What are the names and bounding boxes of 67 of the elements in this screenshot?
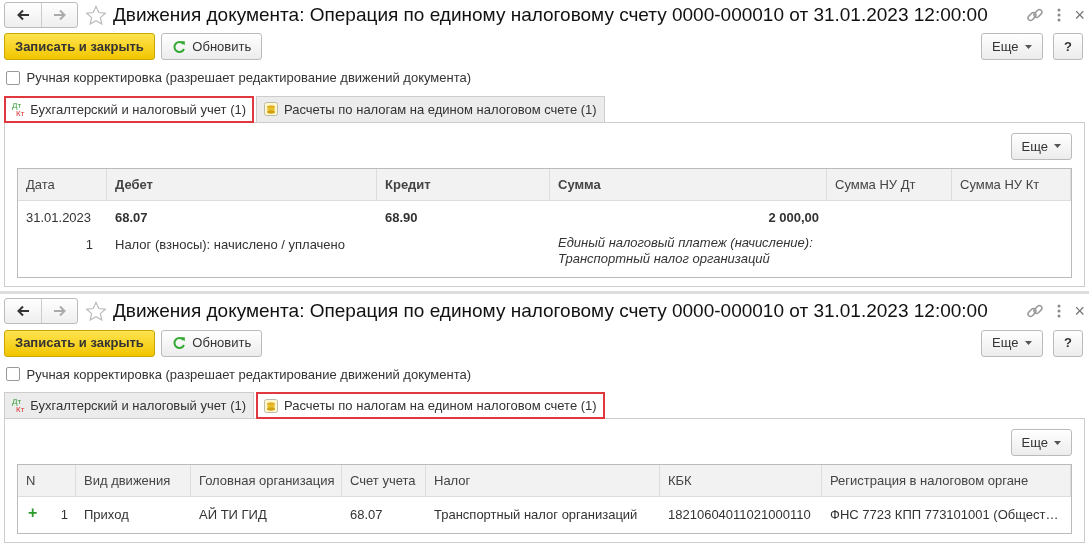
column-header[interactable]: Налог	[426, 465, 660, 497]
checkbox[interactable]	[6, 71, 20, 85]
window-title: Движения документа: Операция по единому налоговому счету 0000-000010 от 31.01.2023 12:00:00	[113, 299, 988, 323]
column-header[interactable]: Вид движения	[76, 465, 191, 497]
column-header[interactable]: КБК	[660, 465, 822, 497]
more-icon[interactable]	[1057, 8, 1062, 22]
table-cell-text: 31.01.2023	[25, 208, 93, 227]
tab[interactable]: Расчеты по налогам на едином налоговом счете (1)	[256, 392, 605, 419]
more-icon[interactable]	[1057, 304, 1062, 319]
checkbox[interactable]	[6, 367, 20, 382]
coins-icon	[264, 102, 278, 117]
help-button[interactable]: ?	[1053, 329, 1083, 357]
debit-credit-icon: Дт Кт	[12, 397, 25, 414]
back-icon	[16, 9, 30, 21]
column-header[interactable]: Сумма НУ Кт	[952, 168, 1071, 201]
column-header[interactable]: N	[18, 465, 76, 497]
close-button[interactable]: ×	[1074, 6, 1085, 24]
more-button[interactable]: Еще	[1010, 132, 1072, 160]
table-cell-text: Единый налоговый платеж (начисление): Транспортный налог организаций	[557, 234, 814, 269]
table-cell-text: 18210604011021000110	[667, 506, 812, 524]
star-icon[interactable]	[84, 4, 107, 26]
more-button[interactable]: Еще	[981, 33, 1043, 61]
table-cell-text: 1	[59, 506, 69, 524]
close-button[interactable]: ×	[1074, 302, 1085, 321]
more-button[interactable]: Еще	[1010, 429, 1072, 456]
table-cell-text: АЙ ТИ ГИД	[198, 506, 268, 524]
caret-icon	[1054, 440, 1061, 445]
refresh-icon	[172, 336, 187, 350]
column-header[interactable]: Дата	[18, 168, 107, 201]
caret-icon	[1024, 44, 1032, 49]
help-button[interactable]: ?	[1053, 33, 1083, 61]
column-header[interactable]: Счет учета	[342, 465, 426, 497]
table-cell-text: Налог (взносы): начислено / уплачено	[114, 236, 346, 255]
checkbox-label: Ручная корректировка (разрешает редактирование движений документа)	[26, 69, 472, 88]
forward-icon	[52, 9, 67, 21]
column-header[interactable]: Головная организация	[191, 465, 342, 497]
coins-icon	[264, 399, 278, 413]
table-cell-text: 2 000,00	[767, 208, 820, 227]
table-cell-text: Транспортный налог организаций	[433, 506, 639, 524]
star-icon[interactable]	[84, 300, 107, 322]
table-cell-text: 68.07	[114, 208, 149, 227]
table-cell-text: 1	[84, 236, 94, 255]
checkbox-label: Ручная корректировка (разрешает редактирование движений документа)	[26, 365, 472, 384]
table-cell-text: Приход	[83, 506, 130, 524]
caret-icon	[1024, 341, 1032, 345]
tab[interactable]: Расчеты по налогам на едином налоговом счете (1)	[256, 95, 605, 122]
table-cell-text: 68.90	[384, 208, 419, 227]
forward-icon	[52, 305, 67, 318]
more-button[interactable]: Еще	[981, 329, 1043, 357]
column-header[interactable]: Кредит	[377, 168, 550, 201]
refresh-button[interactable]: Обновить	[161, 329, 263, 357]
window-title: Движения документа: Операция по единому налоговому счету 0000-000010 от 31.01.2023 12:00:00	[113, 2, 988, 27]
refresh-icon	[172, 39, 187, 54]
save-and-close-button[interactable]: Записать и закрыть	[4, 33, 155, 61]
table-cell-text: ФНС 7723 КПП 773101001 (Общест…	[829, 506, 1060, 524]
refresh-button[interactable]: Обновить	[161, 33, 263, 61]
back-icon	[16, 305, 30, 318]
plus-icon: +	[28, 504, 38, 521]
table-cell-text: 68.07	[349, 506, 384, 524]
column-header[interactable]: Сумма	[550, 168, 827, 201]
caret-icon	[1054, 144, 1061, 149]
debit-credit-icon: Дт Кт	[12, 101, 25, 118]
link-icon[interactable]	[1026, 6, 1045, 24]
column-header[interactable]: Дебет	[107, 168, 377, 201]
column-header[interactable]: Сумма НУ Дт	[827, 168, 952, 201]
save-and-close-button[interactable]: Записать и закрыть	[4, 329, 155, 357]
column-header[interactable]: Регистрация в налоговом органе	[822, 465, 1071, 497]
